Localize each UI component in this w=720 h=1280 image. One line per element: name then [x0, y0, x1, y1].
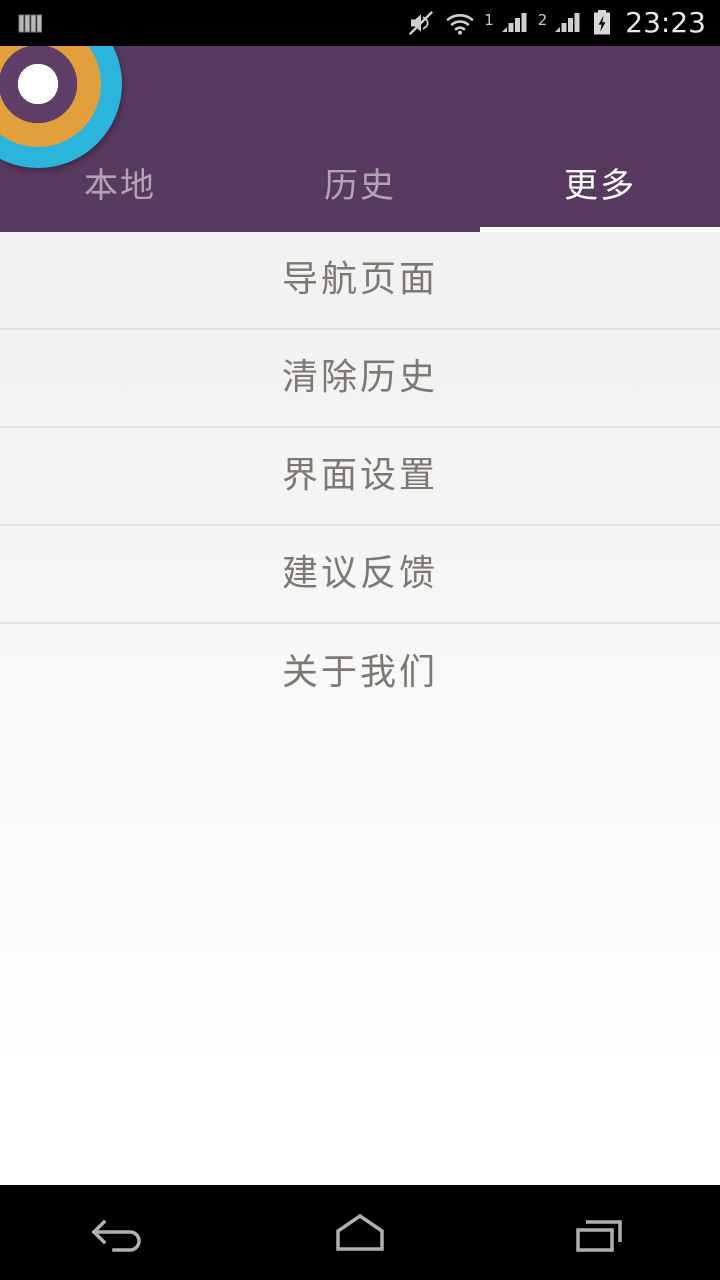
tab-bar: 本地 历史 更多 — [0, 140, 720, 232]
tab-more[interactable]: 更多 — [480, 140, 720, 232]
status-bar-clock: 23:23 — [625, 6, 706, 39]
menu-item-label: 关于我们 — [281, 652, 438, 693]
tab-local-label: 本地 — [84, 166, 156, 206]
nav-back-button[interactable] — [0, 1185, 240, 1280]
menu-item-about-us[interactable]: 关于我们 — [0, 624, 720, 722]
battery-charging-icon — [594, 10, 611, 35]
nav-home-button[interactable] — [240, 1185, 480, 1280]
phone-screen: 1 2 23:23 本地 历史 更多 导航页面 清除历史 界面设置 建议反馈 关… — [0, 0, 720, 1280]
tab-more-label: 更多 — [564, 166, 636, 206]
status-bar: 1 2 23:23 — [0, 0, 720, 46]
status-bar-right: 1 2 23:23 — [406, 8, 720, 38]
menu-item-label: 界面设置 — [281, 455, 438, 496]
home-icon — [336, 1213, 384, 1251]
signal-icon-1 — [501, 13, 527, 32]
sim1-label: 1 — [484, 10, 494, 29]
menu-item-label: 导航页面 — [281, 259, 438, 300]
mute-icon — [409, 11, 433, 35]
menu-item-interface-settings[interactable]: 界面设置 — [0, 428, 720, 526]
status-bar-left — [0, 8, 46, 38]
content-area: 导航页面 清除历史 界面设置 建议反馈 关于我们 — [0, 232, 720, 1185]
menu-item-navigation-page[interactable]: 导航页面 — [0, 232, 720, 330]
recents-icon — [576, 1219, 622, 1252]
menu-item-feedback[interactable]: 建议反馈 — [0, 526, 720, 624]
wifi-icon — [446, 14, 474, 35]
nav-recents-button[interactable] — [480, 1185, 720, 1280]
tab-history[interactable]: 历史 — [240, 140, 480, 232]
back-icon — [91, 1219, 141, 1252]
menu-item-clear-history[interactable]: 清除历史 — [0, 330, 720, 428]
signal-icon-2 — [555, 13, 580, 32]
app-header: 本地 历史 更多 — [0, 46, 720, 232]
sim-card-icon — [18, 14, 42, 33]
system-navigation-bar — [0, 1185, 720, 1280]
tab-local[interactable]: 本地 — [0, 140, 240, 232]
menu-item-label: 建议反馈 — [281, 553, 438, 594]
sim2-label: 2 — [537, 10, 548, 29]
tab-history-label: 历史 — [324, 166, 396, 206]
more-menu-list: 导航页面 清除历史 界面设置 建议反馈 关于我们 — [0, 232, 720, 722]
menu-item-label: 清除历史 — [281, 357, 438, 398]
